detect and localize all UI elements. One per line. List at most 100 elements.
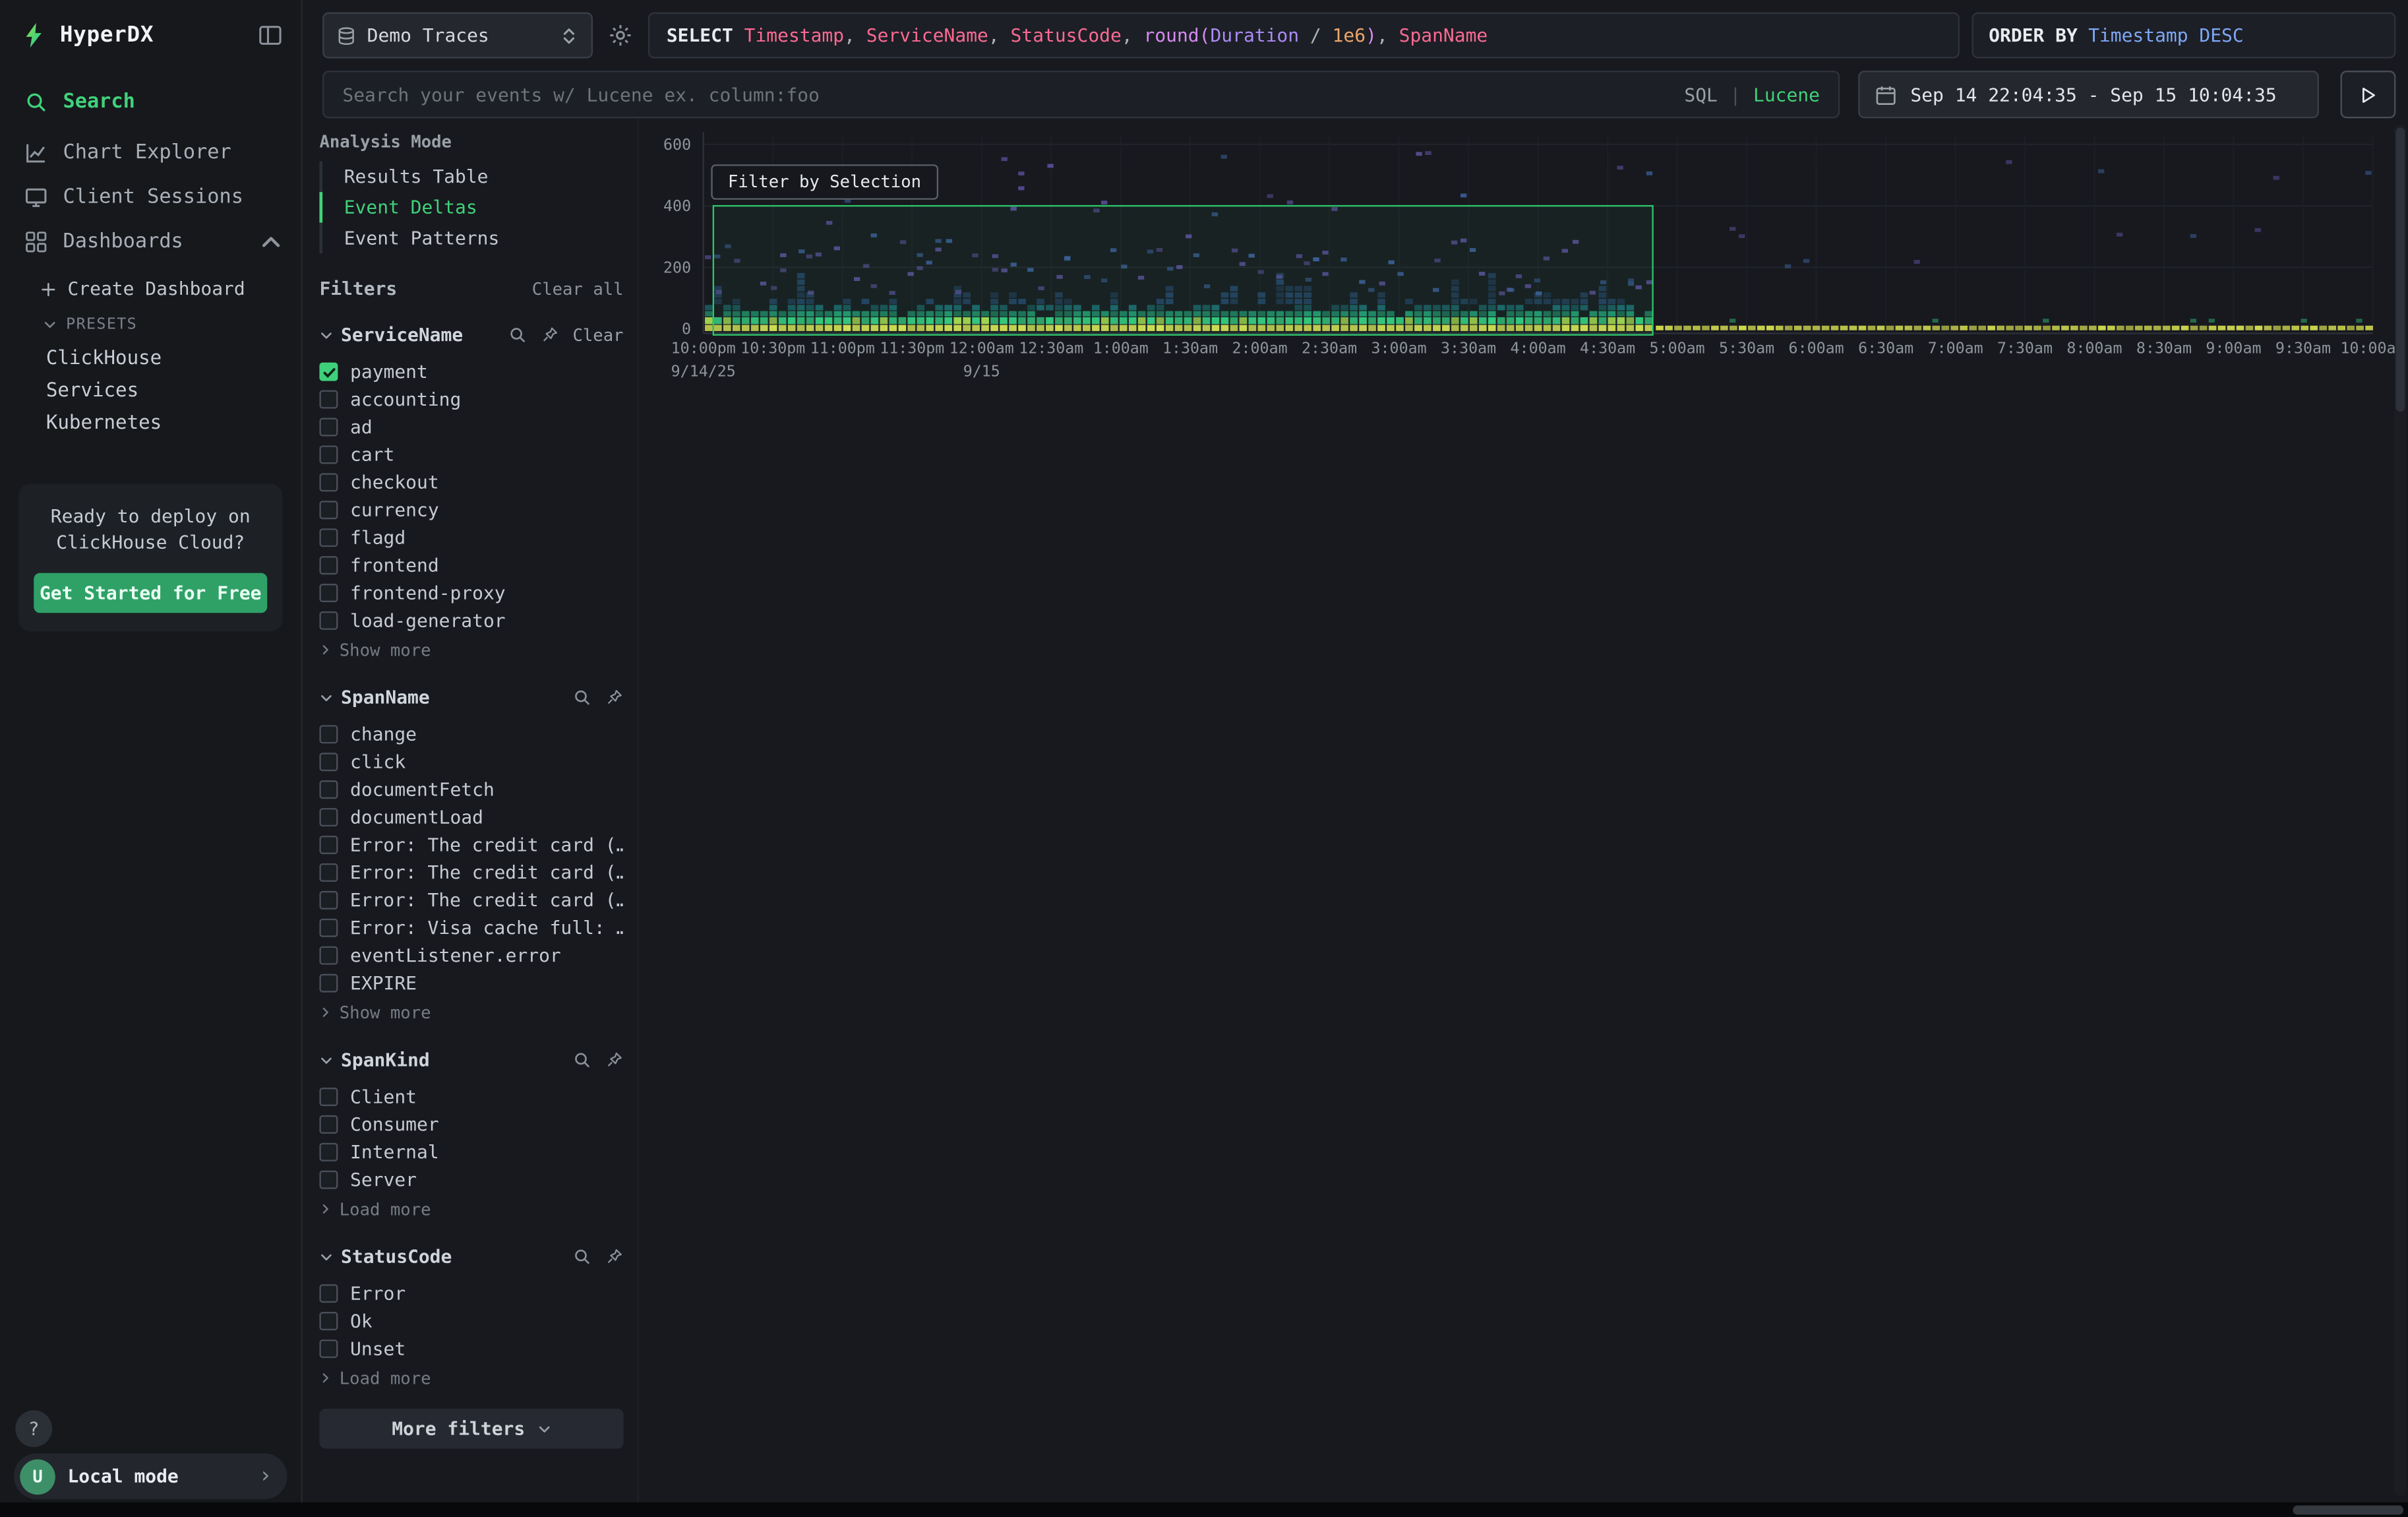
checkbox[interactable]	[319, 418, 338, 437]
checkbox[interactable]	[319, 946, 338, 965]
filter-group-header[interactable]: SpanKind	[319, 1046, 623, 1074]
checkbox[interactable]	[319, 780, 338, 799]
filter-option-documentload[interactable]: documentLoad	[319, 803, 623, 831]
filter-option-client[interactable]: Client	[319, 1083, 623, 1111]
sidebar-item-dashboards[interactable]: Dashboards	[0, 220, 301, 264]
filter-option-checkout[interactable]: checkout	[319, 468, 623, 496]
filter-option-click[interactable]: click	[319, 748, 623, 776]
checkbox[interactable]	[319, 556, 338, 574]
load-more-button[interactable]: Load more	[319, 1366, 623, 1390]
sidebar-item-client-sessions[interactable]: Client Sessions	[0, 175, 301, 220]
checkbox[interactable]	[319, 836, 338, 854]
run-query-button[interactable]	[2341, 71, 2396, 118]
filter-option-frontend-proxy[interactable]: frontend-proxy	[319, 579, 623, 607]
filter-option-internal[interactable]: Internal	[319, 1138, 623, 1166]
checkbox[interactable]	[319, 584, 338, 602]
facet-pin-icon[interactable]	[605, 1051, 624, 1069]
checkbox[interactable]	[319, 611, 338, 630]
vertical-scrollbar-thumb[interactable]	[2395, 127, 2405, 412]
analysis-mode-event-patterns[interactable]: Event Patterns	[319, 223, 623, 254]
source-select[interactable]: Demo Traces	[322, 13, 593, 59]
sql-select-input[interactable]: SELECT Timestamp, ServiceName, StatusCod…	[648, 13, 1960, 59]
filter-option-change[interactable]: change	[319, 720, 623, 748]
order-by-input[interactable]: ORDER BY Timestamp DESC	[1972, 13, 2396, 59]
hyperdx-logo[interactable]: HyperDX	[20, 22, 154, 49]
filter-option-consumer[interactable]: Consumer	[319, 1111, 623, 1138]
filter-option-currency[interactable]: currency	[319, 496, 623, 524]
sidebar-item-search[interactable]: Search	[0, 80, 301, 125]
checkbox[interactable]	[319, 1088, 338, 1106]
filter-option-ad[interactable]: ad	[319, 414, 623, 441]
checkbox[interactable]	[319, 1171, 338, 1189]
checkbox[interactable]	[319, 1340, 338, 1358]
filter-option-flagd[interactable]: flagd	[319, 524, 623, 551]
checkbox[interactable]	[319, 473, 338, 491]
checkbox[interactable]	[319, 528, 338, 547]
sidebar-item-clickhouse[interactable]: ClickHouse	[0, 341, 301, 373]
duration-heatmap[interactable]: 020040060010:00pm10:30pm11:00pm11:30pm12…	[639, 118, 2408, 396]
horizontal-scrollbar[interactable]	[0, 1502, 2408, 1517]
load-more-button[interactable]: Load more	[319, 1196, 623, 1221]
checkbox[interactable]	[319, 1143, 338, 1161]
facet-search-icon[interactable]	[508, 326, 527, 344]
checkbox[interactable]	[319, 1284, 338, 1303]
search-input[interactable]: Search your events w/ Lucene ex. column:…	[322, 71, 1840, 118]
filter-option-cart[interactable]: cart	[319, 441, 623, 468]
sidebar-item-kubernetes[interactable]: Kubernetes	[0, 406, 301, 438]
gear-icon[interactable]	[608, 23, 632, 47]
analysis-mode-event-deltas[interactable]: Event Deltas	[319, 192, 623, 223]
filter-group-header[interactable]: ServiceNameClear	[319, 321, 623, 349]
help-button[interactable]: ?	[15, 1410, 52, 1447]
filter-by-selection-button[interactable]: Filter by Selection	[711, 164, 938, 200]
sql-mode-toggle[interactable]: SQL	[1684, 84, 1718, 106]
filter-group-header[interactable]: StatusCode	[319, 1243, 623, 1270]
duration-heatmap-chart[interactable]: 020040060010:00pm10:30pm11:00pm11:30pm12…	[639, 118, 2408, 392]
checkbox[interactable]	[319, 445, 338, 464]
lucene-mode-toggle[interactable]: Lucene	[1753, 84, 1820, 106]
filter-option-unset[interactable]: Unset	[319, 1335, 623, 1363]
filter-option-error-the-credit-card-[interactable]: Error: The credit card (…	[319, 886, 623, 914]
facet-pin-icon[interactable]	[605, 1247, 624, 1266]
get-started-button[interactable]: Get Started for Free	[34, 573, 267, 613]
time-range-picker[interactable]: Sep 14 22:04:35 - Sep 15 10:04:35	[1858, 71, 2319, 118]
checkbox[interactable]	[319, 725, 338, 743]
filter-option-ok[interactable]: Ok	[319, 1307, 623, 1335]
checkbox[interactable]	[319, 808, 338, 826]
checkbox[interactable]	[319, 501, 338, 519]
filter-option-expire[interactable]: EXPIRE	[319, 970, 623, 997]
filter-option-documentfetch[interactable]: documentFetch	[319, 776, 623, 803]
chart-selection[interactable]	[713, 206, 1653, 335]
checkbox[interactable]	[319, 974, 338, 993]
sidebar-collapse-icon[interactable]	[258, 23, 282, 47]
sidebar-item-services[interactable]: Services	[0, 373, 301, 406]
checkbox[interactable]	[319, 1312, 338, 1330]
facet-search-icon[interactable]	[573, 1051, 591, 1069]
analysis-mode-results-table[interactable]: Results Table	[319, 162, 623, 193]
facet-search-icon[interactable]	[573, 1247, 591, 1266]
filter-option-error[interactable]: Error	[319, 1280, 623, 1307]
filter-group-header[interactable]: SpanName	[319, 683, 623, 711]
filter-option-eventlistener-error[interactable]: eventListener.error	[319, 942, 623, 970]
clear-all-button[interactable]: Clear all	[532, 279, 624, 299]
checkbox[interactable]	[319, 753, 338, 771]
filter-option-error-the-credit-card-[interactable]: Error: The credit card (…	[319, 859, 623, 886]
filter-option-error-the-credit-card-[interactable]: Error: The credit card (…	[319, 831, 623, 859]
sidebar-item-chart-explorer[interactable]: Chart Explorer	[0, 131, 301, 175]
filter-option-accounting[interactable]: accounting	[319, 386, 623, 414]
checkbox[interactable]	[319, 919, 338, 937]
user-menu[interactable]: U Local mode ›	[14, 1453, 287, 1499]
show-more-button[interactable]: Show more	[319, 638, 623, 662]
checkbox[interactable]	[319, 891, 338, 910]
filter-option-frontend[interactable]: frontend	[319, 551, 623, 579]
checkbox[interactable]	[319, 390, 338, 409]
filter-option-load-generator[interactable]: load-generator	[319, 607, 623, 635]
filter-option-payment[interactable]: payment	[319, 358, 623, 386]
filter-option-error-visa-cache-full-[interactable]: Error: Visa cache full: …	[319, 914, 623, 942]
facet-pin-icon[interactable]	[605, 688, 624, 706]
checkbox-checked[interactable]	[319, 363, 338, 381]
more-filters-button[interactable]: More filters	[319, 1409, 623, 1449]
checkbox[interactable]	[319, 863, 338, 882]
facet-clear-button[interactable]: Clear	[572, 325, 623, 345]
create-dashboard-button[interactable]: Create Dashboard	[0, 270, 301, 307]
checkbox[interactable]	[319, 1115, 338, 1134]
